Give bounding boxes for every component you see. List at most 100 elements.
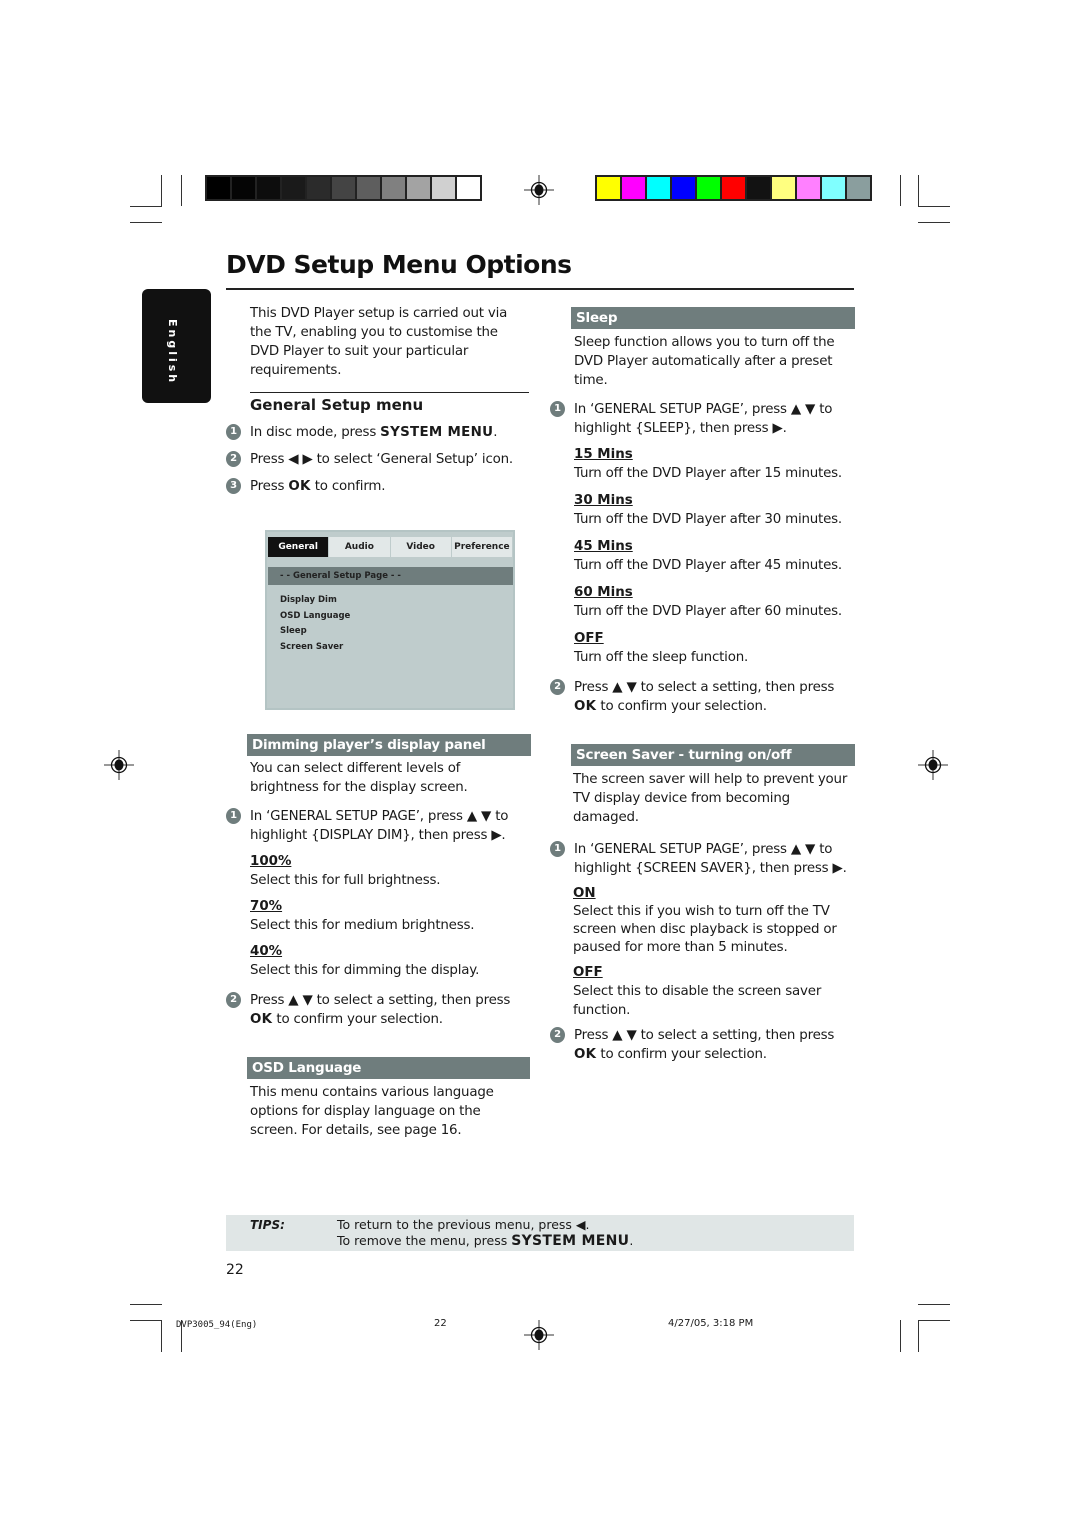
option-label: 70% <box>250 899 283 914</box>
color-swatch <box>697 177 720 199</box>
page-title: DVD Setup Menu Options <box>226 250 572 279</box>
color-swatch <box>232 177 255 199</box>
color-swatch <box>432 177 455 199</box>
option-label: OFF <box>574 631 604 646</box>
menu-item-display-dim[interactable]: Display Dim <box>280 593 513 609</box>
sleep-desc: Sleep function allows you to turn off th… <box>574 335 835 388</box>
step-number-icon: 1 <box>550 401 565 417</box>
step-number-icon: 2 <box>550 679 565 695</box>
osd-section: OSD Language This menu contains various … <box>247 1057 530 1140</box>
menu-item-sleep[interactable]: Sleep <box>280 624 513 640</box>
color-swatch <box>332 177 355 199</box>
dimming-desc: You can select different levels of brigh… <box>250 761 468 795</box>
tips-label: TIPS: <box>250 1218 285 1232</box>
color-swatch <box>747 177 770 199</box>
osd-heading: OSD Language <box>247 1057 530 1079</box>
menu-tab-audio[interactable]: Audio <box>329 537 390 557</box>
crop-mark <box>130 222 162 223</box>
color-swatch <box>772 177 795 199</box>
crop-mark <box>130 206 162 207</box>
option-desc: Select this for medium brightness. <box>250 918 475 933</box>
sleep-section: Sleep Sleep function allows you to turn … <box>550 307 855 716</box>
step-number-icon: 3 <box>226 478 241 494</box>
registration-mark-icon <box>524 1320 554 1350</box>
step: 2 Press ▲ ▼ to select a setting, then pre… <box>226 991 531 1029</box>
color-swatch <box>282 177 305 199</box>
tips-line-2: To remove the menu, press SYSTEM MENU. <box>337 1233 634 1249</box>
screensaver-section: Screen Saver - turning on/off The screen… <box>550 744 855 1064</box>
dimming-options: 100% Select this for full brightness. 70%… <box>226 853 531 980</box>
crop-mark <box>130 1304 162 1305</box>
registration-mark-icon <box>918 750 948 780</box>
crop-mark <box>181 175 182 206</box>
step: 2 Press ▲ ▼ to select a setting, then pre… <box>550 678 855 716</box>
crop-mark <box>900 1320 901 1352</box>
crop-mark <box>918 222 950 223</box>
crop-mark <box>161 175 162 206</box>
section-divider <box>250 392 529 393</box>
option-desc: Select this if you wish to turn off the … <box>573 904 837 955</box>
screensaver-heading: Screen Saver - turning on/off <box>571 744 855 766</box>
option-label: 30 Mins <box>574 493 633 508</box>
option-desc: Turn off the DVD Player after 60 minutes… <box>574 604 842 619</box>
step-number-icon: 2 <box>550 1027 565 1043</box>
crop-mark <box>918 1320 919 1352</box>
color-swatch <box>457 177 480 199</box>
option-desc: Select this to disable the screen saver … <box>573 984 822 1018</box>
option-label: 100% <box>250 854 292 869</box>
registration-mark-icon <box>524 175 554 205</box>
setup-menu-screen: General Audio Video Preference - - Gener… <box>265 530 515 710</box>
grayscale-bar <box>205 175 482 201</box>
footer-file: DVP3005_94(Eng) <box>176 1320 258 1330</box>
color-swatch <box>257 177 280 199</box>
crop-mark <box>918 1320 950 1321</box>
step-number-icon: 1 <box>226 808 241 824</box>
sleep-heading: Sleep <box>571 307 855 329</box>
tips-line-1: To return to the previous menu, press ◀. <box>337 1217 590 1232</box>
color-swatch <box>797 177 820 199</box>
dimming-section: Dimming player’s display panel You can s… <box>226 734 531 1029</box>
step-number-icon: 2 <box>226 451 241 467</box>
menu-item-screen-saver[interactable]: Screen Saver <box>280 640 513 656</box>
page-number: 22 <box>226 1262 244 1278</box>
option-label: ON <box>573 886 596 901</box>
step: 1 In disc mode, press SYSTEM MENU. <box>226 423 531 442</box>
title-divider <box>226 288 854 290</box>
screensaver-options: ON Select this if you wish to turn off th… <box>550 885 855 1020</box>
step: 1 In ‘GENERAL SETUP PAGE’, press ▲ ▼ to h… <box>226 807 531 845</box>
crop-mark <box>918 1304 950 1305</box>
menu-tab-video[interactable]: Video <box>390 537 451 557</box>
crop-mark <box>130 1320 162 1321</box>
step: 1 In ‘GENERAL SETUP PAGE’, press ▲ ▼ to h… <box>550 840 855 878</box>
left-column: This DVD Player setup is carried out via… <box>226 304 531 496</box>
menu-tab-preference[interactable]: Preference <box>451 537 512 557</box>
footer-page: 22 <box>434 1318 447 1329</box>
step: 1 In ‘GENERAL SETUP PAGE’, press ▲ ▼ to h… <box>550 400 855 438</box>
option-desc: Turn off the sleep function. <box>574 650 749 665</box>
option-label: 45 Mins <box>574 539 633 554</box>
option-label: 40% <box>250 944 283 959</box>
color-swatch <box>647 177 670 199</box>
step: 3 Press OK to confirm. <box>226 477 531 496</box>
color-swatch <box>847 177 870 199</box>
registration-mark-icon <box>104 750 134 780</box>
color-swatch <box>622 177 645 199</box>
option-desc: Turn off the DVD Player after 45 minutes… <box>574 558 842 573</box>
step-number-icon: 2 <box>226 992 241 1008</box>
language-tab: English <box>142 289 211 403</box>
color-swatch <box>307 177 330 199</box>
color-swatch <box>382 177 405 199</box>
tips-box: TIPS: To return to the previous menu, pr… <box>226 1215 854 1251</box>
crop-mark <box>918 175 919 206</box>
option-label: OFF <box>573 965 603 980</box>
language-label: English <box>166 319 179 386</box>
step: 2 Press ◀ ▶ to select ‘General Setup’ ico… <box>226 450 531 469</box>
option-label: 15 Mins <box>574 447 633 462</box>
menu-tab-general[interactable]: General <box>268 537 329 557</box>
screensaver-desc: The screen saver will help to prevent yo… <box>573 772 848 825</box>
intro-text: This DVD Player setup is carried out via… <box>250 306 508 378</box>
color-swatch <box>407 177 430 199</box>
color-swatch <box>597 177 620 199</box>
osd-desc: This menu contains various language opti… <box>250 1085 494 1138</box>
menu-item-osd-language[interactable]: OSD Language <box>280 609 513 625</box>
